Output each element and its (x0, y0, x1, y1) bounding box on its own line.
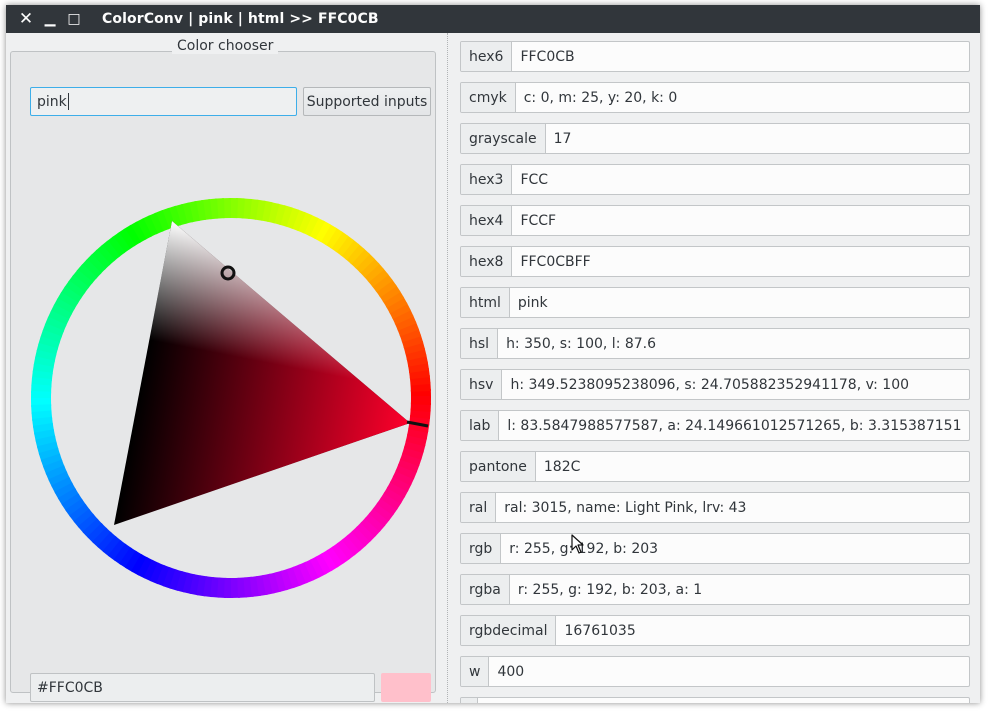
format-value-field[interactable]: 400 (489, 657, 969, 686)
format-row-hex3: hex3 FCC (460, 164, 970, 195)
format-row-lab: lab l: 83.5847988577587, a: 24.1496610125… (460, 410, 970, 441)
color-swatch (381, 673, 431, 702)
format-value-field[interactable]: ral: 3015, name: Light Pink, lrv: 43 (496, 493, 969, 522)
format-value-field[interactable]: c: 0, m: 25, y: 20, k: 0 (516, 83, 969, 112)
close-icon[interactable]: ✕ (14, 5, 38, 33)
title-bar: ✕ ▁ □ ColorConv | pink | html >> FFC0CB (6, 5, 980, 33)
format-label: rgb (461, 534, 502, 563)
hex-output-text: #FFC0CB (37, 679, 103, 696)
format-label: hex3 (461, 165, 513, 194)
format-row-rgb: rgb r: 255, g: 192, b: 203 (460, 533, 970, 564)
format-row-rgbdecimal: rgbdecimal 16761035 (460, 615, 970, 646)
format-row-more (460, 697, 970, 703)
format-value-field[interactable]: 182C (536, 452, 969, 481)
format-value-field[interactable]: FCC (512, 165, 969, 194)
color-input[interactable]: pink (30, 87, 297, 116)
format-value-field[interactable]: l: 83.5847988577587, a: 24.1496610125712… (499, 411, 969, 440)
format-label: hex6 (461, 42, 513, 71)
format-row-grayscale: grayscale 17 (460, 123, 970, 154)
color-chooser-group: pink Supported inputs #FFC0CB (10, 51, 436, 702)
format-value-field[interactable]: r: 255, g: 192, b: 203, a: 1 (510, 575, 969, 604)
format-label (461, 698, 478, 703)
format-row-hex8: hex8 FFC0CBFF (460, 246, 970, 277)
format-label: ral (461, 493, 497, 522)
color-chooser-pane: pink Supported inputs #FFC0CB Color choo… (6, 33, 446, 703)
mouse-pointer-icon (571, 534, 584, 554)
color-input-text: pink (37, 93, 67, 110)
format-label: hsl (461, 329, 499, 358)
format-label: hex8 (461, 247, 513, 276)
text-caret (67, 93, 69, 110)
format-row-hex4: hex4 FCCF (460, 205, 970, 236)
format-label: hex4 (461, 206, 513, 235)
format-value-field[interactable]: FCCF (512, 206, 969, 235)
format-label: hsv (461, 370, 503, 399)
color-wheel-graphic[interactable] (26, 193, 436, 603)
format-label: cmyk (461, 83, 516, 112)
format-label: lab (461, 411, 500, 440)
format-value-field[interactable]: pink (510, 288, 969, 317)
format-label: grayscale (461, 124, 546, 153)
format-row-html: html pink (460, 287, 970, 318)
format-row-pantone: pantone 182C (460, 451, 970, 482)
format-value-field[interactable]: FFC0CBFF (512, 247, 969, 276)
format-value-field[interactable]: FFC0CB (512, 42, 969, 71)
app-window: ✕ ▁ □ ColorConv | pink | html >> FFC0CB … (6, 5, 980, 703)
saturation-value-triangle[interactable] (26, 193, 436, 603)
hex-output-field[interactable]: #FFC0CB (30, 673, 375, 702)
supported-inputs-button[interactable]: Supported inputs (303, 87, 431, 116)
format-row-hex6: hex6 FFC0CB (460, 41, 970, 72)
format-value-field[interactable]: h: 350, s: 100, l: 87.6 (498, 329, 969, 358)
format-row-ral: ral ral: 3015, name: Light Pink, lrv: 43 (460, 492, 970, 523)
format-label: rgba (461, 575, 510, 604)
format-label: html (461, 288, 510, 317)
window-title: ColorConv | pink | html >> FFC0CB (102, 11, 379, 27)
format-row-rgba: rgba r: 255, g: 192, b: 203, a: 1 (460, 574, 970, 605)
color-chooser-title: Color chooser (172, 38, 279, 54)
formats-list: hex6 FFC0CB cmyk c: 0, m: 25, y: 20, k: 0 gr… (453, 33, 980, 703)
format-label: pantone (461, 452, 536, 481)
format-label: rgbdecimal (461, 616, 557, 645)
color-wheel[interactable] (26, 193, 436, 603)
format-value-field[interactable]: 17 (546, 124, 969, 153)
format-row-w: w 400 (460, 656, 970, 687)
format-row-hsl: hsl h: 350, s: 100, l: 87.6 (460, 328, 970, 359)
maximize-icon[interactable]: □ (62, 5, 86, 33)
pane-splitter[interactable] (447, 33, 449, 703)
minimize-icon[interactable]: ▁ (38, 5, 62, 33)
format-value-field[interactable]: h: 349.5238095238096, s: 24.705882352941… (502, 370, 969, 399)
format-row-cmyk: cmyk c: 0, m: 25, y: 20, k: 0 (460, 82, 970, 113)
format-row-hsv: hsv h: 349.5238095238096, s: 24.705882352… (460, 369, 970, 400)
format-value-field[interactable] (478, 698, 969, 703)
format-value-field[interactable]: 16761035 (556, 616, 969, 645)
format-label: w (461, 657, 490, 686)
